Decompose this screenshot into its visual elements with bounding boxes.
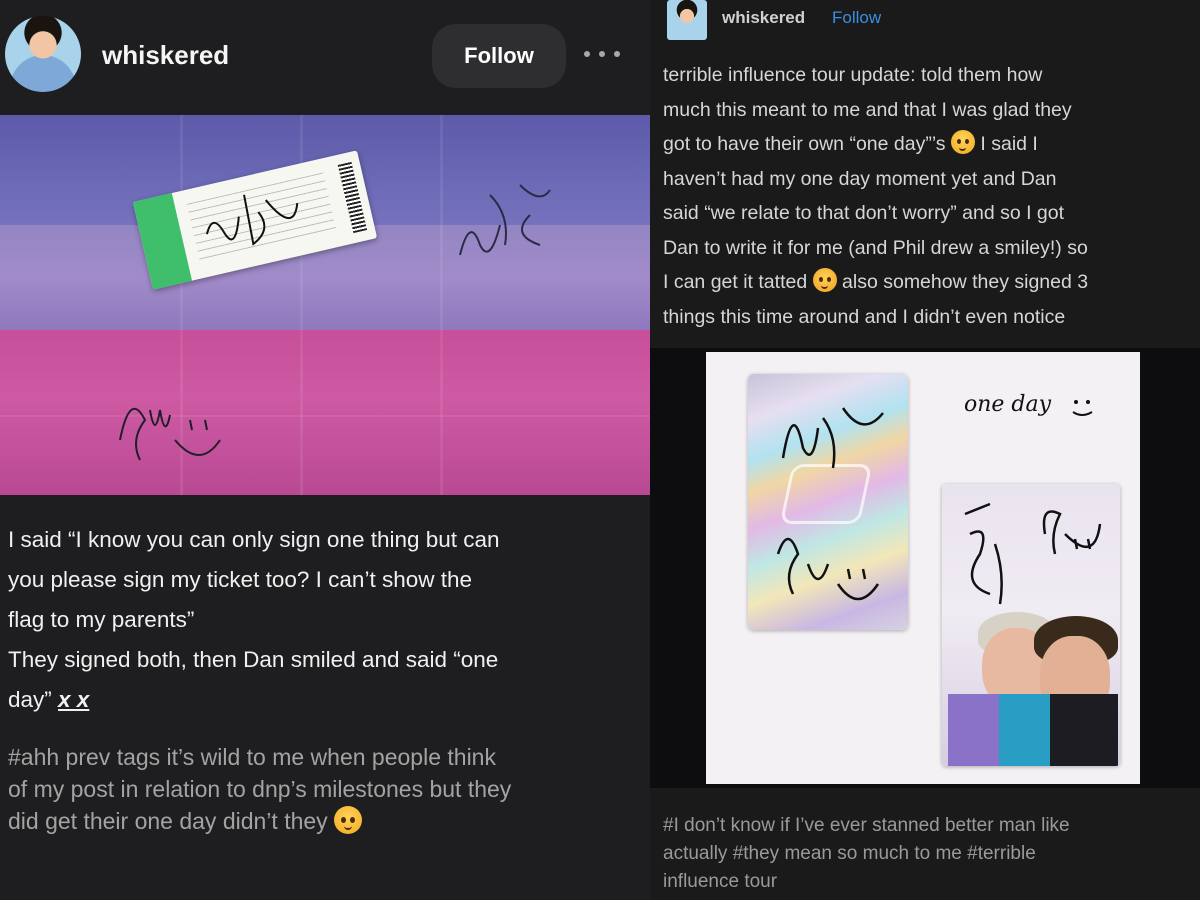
flag-signature-dan <box>459 184 551 256</box>
tag-line[interactable]: #I don’t know if I’ve ever stanned bette… <box>663 812 1193 840</box>
body-emphasis: x x <box>58 687 90 712</box>
pleading-face-emoji-icon <box>950 130 975 154</box>
post-header: whiskered Follow <box>0 0 650 115</box>
tag-line[interactable]: #ahh prev tags it’s wild to me when peop… <box>8 741 638 773</box>
body-last-text: day” <box>8 687 59 712</box>
avatar[interactable] <box>5 16 81 92</box>
post-body: terrible influence tour update: told the… <box>663 58 1193 334</box>
left-post: whiskered Follow I said “I know you can … <box>0 0 650 900</box>
body-line: Dan to write it for me (and Phil drew a … <box>663 236 1088 259</box>
post-tags: #I don’t know if I’ve ever stanned bette… <box>663 812 1193 896</box>
body-line: day” x x <box>8 680 638 720</box>
smiling-face-with-hearts-emoji-icon <box>812 268 837 292</box>
right-post: whiskered Follow terrible influence tour… <box>650 0 1200 900</box>
username[interactable]: whiskered <box>102 40 229 71</box>
body-line: flag to my parents” <box>8 607 195 632</box>
tag-line[interactable]: did get their one day didn’t they <box>8 805 638 837</box>
body-line: got to have their own “one day”’s I said… <box>663 127 1193 162</box>
tag-line[interactable]: influence tour <box>663 868 1193 896</box>
tag-line[interactable]: of my post in relation to dnp’s mileston… <box>8 773 638 805</box>
flag-stripe-pink <box>0 330 650 495</box>
tag-line[interactable]: actually #they mean so much to me #terri… <box>663 840 1193 868</box>
post-photo <box>0 115 650 495</box>
body-line: I said “I know you can only sign one thi… <box>8 527 500 552</box>
post-tags: #ahh prev tags it’s wild to me when peop… <box>8 741 638 837</box>
avatar[interactable] <box>667 0 707 40</box>
flag-signature-phil <box>119 407 221 461</box>
body-line: you please sign my ticket too? I can’t s… <box>8 567 472 592</box>
username[interactable]: whiskered <box>722 8 805 28</box>
pleading-face-emoji-icon <box>334 806 363 834</box>
post-photo: one day <box>650 348 1200 788</box>
body-line: haven’t had my one day moment yet and Da… <box>663 167 1057 190</box>
body-line: I can get it tatted also somehow they si… <box>663 265 1193 300</box>
holographic-card <box>748 374 908 630</box>
photo-card <box>942 484 1120 766</box>
body-line: things this time around and I didn’t eve… <box>663 305 1066 328</box>
body-line: much this meant to me and that I was gla… <box>663 98 1072 121</box>
body-line: They signed both, then Dan smiled and sa… <box>8 647 499 672</box>
follow-button[interactable]: Follow <box>432 24 566 88</box>
follow-link[interactable]: Follow <box>832 8 881 28</box>
body-line: said “we relate to that don’t worry” and… <box>663 202 1065 224</box>
post-body: I said “I know you can only sign one thi… <box>8 520 638 720</box>
handwritten-one-day: one day <box>964 392 1052 417</box>
more-options-icon[interactable] <box>584 40 620 68</box>
body-line: terrible influence tour update: told the… <box>663 64 1043 86</box>
